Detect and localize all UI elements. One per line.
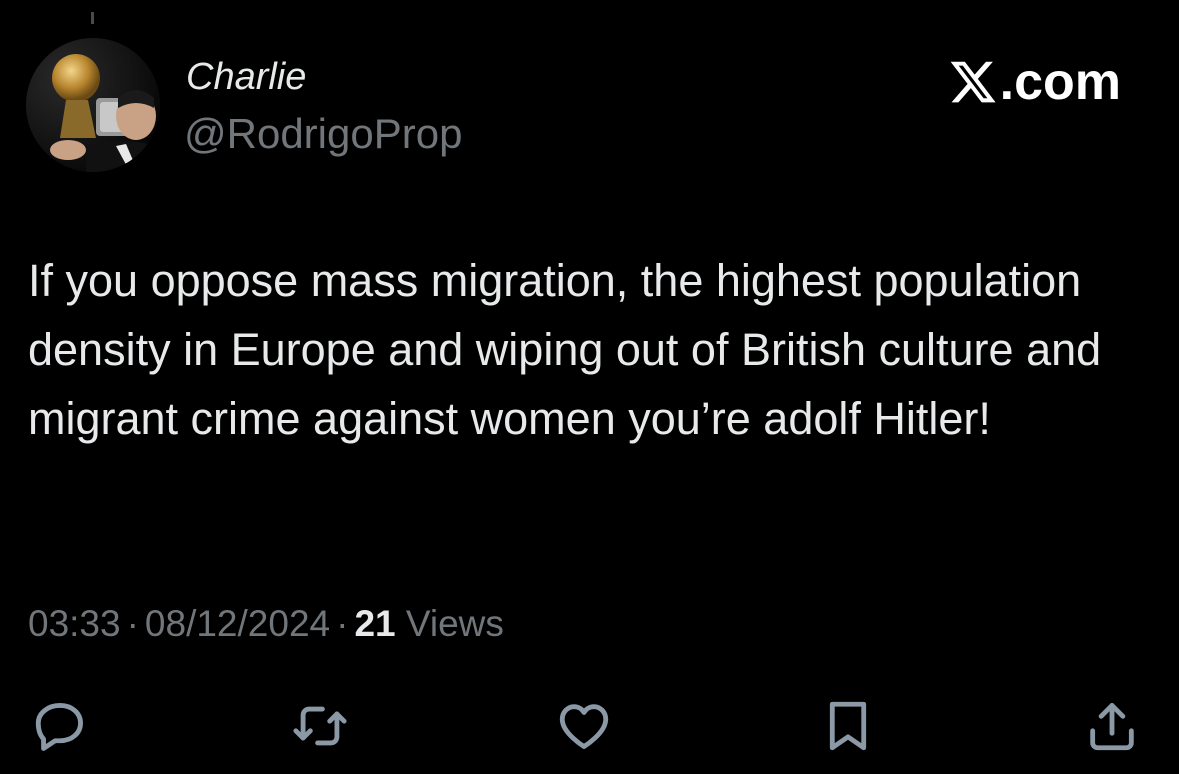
like-icon xyxy=(559,704,609,749)
x-logo-icon xyxy=(950,61,996,103)
x-brand-watermark: .com xyxy=(948,52,1121,112)
reply-icon xyxy=(35,703,83,751)
user-handle[interactable]: @RodrigoProp xyxy=(184,110,462,158)
avatar-image xyxy=(26,38,160,172)
brand-text: .com xyxy=(999,53,1121,111)
share-icon xyxy=(1090,703,1134,751)
reply-button[interactable] xyxy=(30,696,90,756)
bookmark-icon xyxy=(829,701,867,751)
separator: · xyxy=(336,603,349,644)
bookmark-button[interactable] xyxy=(818,696,878,756)
separator: · xyxy=(126,603,139,644)
tweet-date[interactable]: 08/12/2024 xyxy=(145,603,330,644)
tweet-meta: 03:33 · 08/12/2024 · 21 Views xyxy=(28,603,504,645)
display-name[interactable]: Charlie xyxy=(186,56,306,99)
tweet-time[interactable]: 03:33 xyxy=(28,603,121,644)
repost-button[interactable] xyxy=(290,696,350,756)
like-button[interactable] xyxy=(554,696,614,756)
repost-icon xyxy=(293,706,347,746)
avatar[interactable] xyxy=(26,38,160,172)
action-bar xyxy=(0,696,1179,756)
top-tick-mark xyxy=(91,12,94,24)
share-button[interactable] xyxy=(1082,696,1142,756)
tweet-text: If you oppose mass migration, the highes… xyxy=(28,255,1102,444)
views-count: 21 xyxy=(354,603,396,644)
views-label: Views xyxy=(405,603,504,644)
